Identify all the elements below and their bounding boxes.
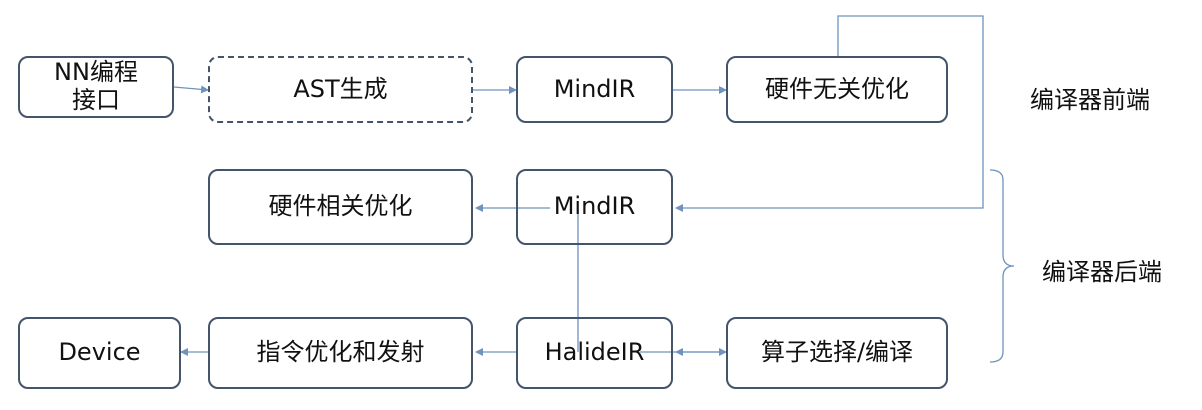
node-mindir-mid: MindIR xyxy=(516,169,673,245)
node-nn-api: NN编程 接口 xyxy=(18,56,174,118)
node-hw-indep: 硬件无关优化 xyxy=(726,56,948,123)
node-mindir-top: MindIR xyxy=(516,56,673,123)
node-mindir-mid-label: MindIR xyxy=(553,192,636,221)
label-backend: 编译器后端 xyxy=(1042,258,1162,286)
node-halide: HalideIR xyxy=(516,317,673,389)
node-op-select: 算子选择/编译 xyxy=(726,317,948,389)
label-frontend: 编译器前端 xyxy=(1030,86,1150,114)
node-nn-api-label: NN编程 接口 xyxy=(54,58,138,114)
node-hw-dep: 硬件相关优化 xyxy=(208,169,473,245)
node-device: Device xyxy=(18,317,181,389)
backend-brace xyxy=(989,169,1015,363)
node-halide-label: HalideIR xyxy=(544,338,645,367)
node-hw-dep-label: 硬件相关优化 xyxy=(268,192,413,221)
node-op-select-label: 算子选择/编译 xyxy=(760,338,914,367)
node-mindir-top-label: MindIR xyxy=(553,74,636,103)
arrow-nn-to-ast xyxy=(173,85,209,94)
node-ast-label: AST生成 xyxy=(293,74,388,103)
node-instr-label: 指令优化和发射 xyxy=(256,338,425,367)
node-ast: AST生成 xyxy=(208,56,473,123)
node-instr: 指令优化和发射 xyxy=(208,317,473,389)
node-hw-indep-label: 硬件无关优化 xyxy=(765,74,909,103)
node-device-label: Device xyxy=(58,338,141,367)
